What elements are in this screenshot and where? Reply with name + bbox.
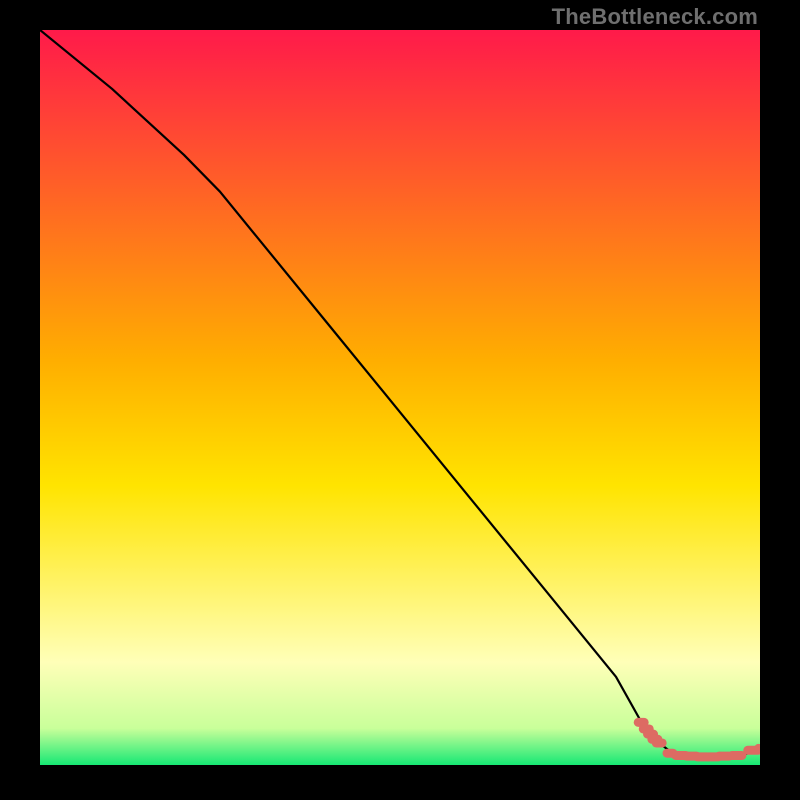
chart-svg <box>40 30 760 765</box>
gradient-background <box>40 30 760 765</box>
watermark-text: TheBottleneck.com <box>552 4 758 30</box>
image-frame: TheBottleneck.com <box>0 0 800 800</box>
plot-area <box>40 30 760 765</box>
